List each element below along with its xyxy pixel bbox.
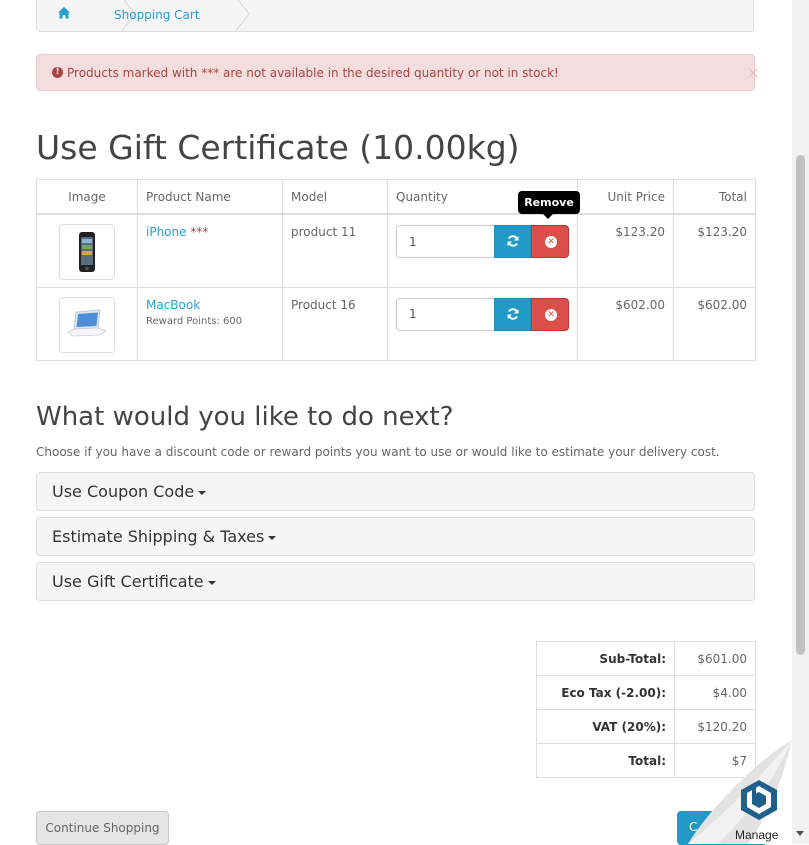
panel-title: Use Coupon Code (52, 482, 195, 501)
col-header-image: Image (36, 179, 138, 215)
caret-down-icon (207, 580, 216, 585)
refresh-icon (507, 235, 518, 247)
continue-shopping-button[interactable]: Continue Shopping (36, 811, 169, 845)
gift-certificate-panel[interactable]: Use Gift Certificate (36, 562, 755, 601)
totals-value: $4.00 (674, 675, 756, 710)
alert-close-button[interactable]: × (747, 63, 760, 82)
cart-row: MacBook Reward Points: 600 Product 16 1 … (36, 286, 756, 361)
product-name-link[interactable]: iPhone (146, 225, 187, 239)
cart-row: iPhone *** product 11 1 ✕ $123.20 $123.2… (36, 213, 756, 288)
vertical-scrollbar[interactable] (792, 0, 809, 844)
scroll-down-arrow-icon[interactable] (796, 831, 804, 836)
quantity-group: ✕ (396, 225, 569, 258)
update-button[interactable] (494, 297, 531, 331)
unit-price: $123.20 (577, 213, 674, 288)
breadcrumb-separator (235, 0, 250, 32)
totals-row: VAT (20%): $120.20 (536, 709, 756, 744)
scrollbar-thumb[interactable] (796, 155, 805, 655)
totals-label: Eco Tax (-2.00): (536, 675, 675, 710)
totals-label: Total: (536, 743, 675, 778)
quantity-group: ✕ (396, 297, 569, 331)
panel-title: Estimate Shipping & Taxes (52, 527, 265, 546)
totals-row: Eco Tax (-2.00): $4.00 (536, 675, 756, 710)
cart-header-row: Image Product Name Model Quantity Unit P… (36, 179, 756, 215)
col-header-model: Model (282, 179, 388, 215)
totals-value: $120.20 (674, 709, 756, 744)
remove-button[interactable]: ✕ (531, 225, 569, 258)
unit-price: $602.00 (577, 286, 674, 361)
times-circle-icon: ✕ (545, 236, 557, 248)
refresh-icon (507, 307, 518, 320)
line-total: $602.00 (673, 286, 756, 361)
iphone-image[interactable] (59, 224, 115, 280)
exclamation-circle-icon: ! (52, 67, 63, 78)
next-section-description: Choose if you have a discount code or re… (36, 445, 720, 459)
quantity-input[interactable] (396, 225, 494, 258)
manage-label[interactable]: Manage (735, 828, 778, 842)
iphone-thumbnail (79, 232, 95, 272)
col-header-unit-price: Unit Price (577, 179, 674, 215)
caret-down-icon (268, 535, 277, 540)
estimate-shipping-panel[interactable]: Estimate Shipping & Taxes (36, 517, 755, 556)
stock-flag: *** (190, 225, 209, 239)
page-title: Use Gift Certificate (10.00kg) (36, 128, 520, 167)
next-section-title: What would you like to do next? (36, 402, 454, 432)
times-circle-icon: ✕ (545, 308, 557, 321)
quantity-input[interactable] (396, 297, 494, 331)
coupon-code-panel[interactable]: Use Coupon Code (36, 472, 755, 511)
reward-points: Reward Points: 600 (146, 315, 243, 327)
update-button[interactable] (494, 225, 531, 258)
caret-down-icon (198, 490, 207, 495)
totals-label: VAT (20%): (536, 709, 675, 744)
macbook-thumbnail (67, 309, 107, 336)
totals-row: Sub-Total: $601.00 (536, 641, 756, 676)
cart-table: Image Product Name Model Quantity Unit P… (36, 179, 756, 361)
alert-message: Products marked with *** are not availab… (67, 66, 559, 80)
product-model: Product 16 (282, 286, 388, 361)
totals-value: $601.00 (674, 641, 756, 676)
line-total: $123.20 (673, 213, 756, 288)
totals-label: Sub-Total: (536, 641, 675, 676)
col-header-total: Total (673, 179, 756, 215)
remove-tooltip: Remove (518, 191, 580, 214)
tooltip-arrow (543, 214, 553, 219)
stock-warning-alert: ! Products marked with *** are not avail… (36, 54, 760, 91)
remove-button[interactable]: ✕ (531, 297, 569, 331)
product-name-link[interactable]: MacBook (146, 298, 200, 312)
product-model: product 11 (282, 213, 388, 288)
col-header-product-name: Product Name (137, 179, 283, 215)
home-icon[interactable] (57, 6, 71, 20)
breadcrumb-shopping-cart-link[interactable]: Shopping Cart (114, 8, 200, 22)
panel-title: Use Gift Certificate (52, 572, 204, 591)
breadcrumb: Shopping Cart (36, 0, 754, 32)
macbook-image[interactable] (59, 296, 115, 353)
